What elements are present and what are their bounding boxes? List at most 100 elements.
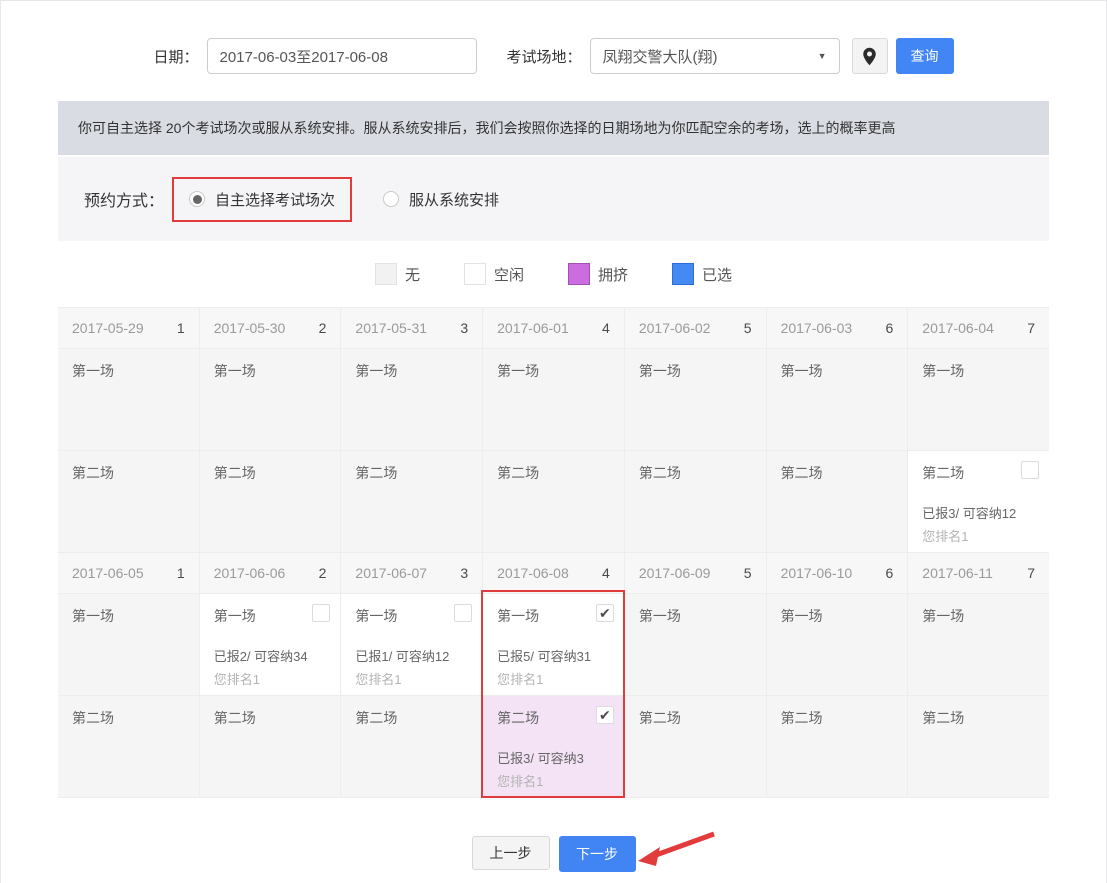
- day-header: 2017-06-01 4: [483, 308, 624, 348]
- session-label: 第一场: [355, 608, 398, 624]
- day-number: 2: [318, 565, 327, 581]
- day-header: 2017-06-06 2: [199, 553, 341, 593]
- session-cell: 第二场: [199, 451, 341, 552]
- session-cell: 第二场: [58, 696, 199, 797]
- session-cell[interactable]: 第二场 ✔ 已报3/ 可容纳3 您排名1: [483, 696, 624, 797]
- session-checkbox[interactable]: [454, 604, 473, 622]
- notice-bar: 你可自主选择 20个考试场次或服从系统安排。服从系统安排后，我们会按照你选择的日…: [58, 101, 1049, 155]
- session-cell: 第二场: [199, 696, 341, 797]
- venue-select-value: 凤翔交警大队(翔): [602, 48, 718, 66]
- session-cell[interactable]: 第一场 已报1/ 可容纳12 您排名1: [341, 594, 483, 695]
- day-header: 2017-05-31 3: [341, 308, 483, 348]
- legend-row: 无 空闲 拥挤 已选: [58, 241, 1049, 307]
- legend-label: 已选: [702, 266, 733, 284]
- day-number: 4: [602, 320, 610, 336]
- legend-item: 拥挤: [568, 263, 628, 285]
- day-date: 2017-06-07: [355, 565, 428, 581]
- session-label: 第二场: [497, 465, 540, 481]
- day-number: 6: [885, 565, 894, 581]
- legend-swatch-icon: [568, 263, 590, 285]
- day-date: 2017-06-09: [638, 565, 711, 581]
- session-cell[interactable]: 第一场 ✔ 已报5/ 可容纳31 您排名1: [483, 594, 624, 695]
- date-label: 日期：: [153, 48, 199, 66]
- red-arrow-annotation: [637, 831, 715, 866]
- session-label: 第二场: [638, 465, 681, 481]
- session-label: 第一场: [780, 608, 823, 624]
- day-header: 2017-06-07 3: [341, 553, 483, 593]
- session-cell: 第一场: [58, 349, 199, 450]
- session-cell: 第二场: [58, 451, 199, 552]
- session-cell: 第二场: [624, 451, 766, 552]
- day-header: 2017-06-05 1: [58, 553, 199, 593]
- day-number: 6: [885, 320, 894, 336]
- session-label: 第二场: [638, 710, 681, 726]
- session-label: 第二场: [780, 710, 823, 726]
- session-cell[interactable]: 第二场 已报3/ 可容纳12 您排名1: [908, 451, 1049, 552]
- session-cell: 第一场: [483, 349, 624, 450]
- day-date: 2017-06-08: [497, 565, 569, 581]
- location-pin-button[interactable]: [851, 38, 888, 74]
- radio-option-system-assign[interactable]: 服从系统安排: [368, 179, 514, 220]
- venue-label: 考试场地：: [506, 48, 582, 66]
- session-label: 第一场: [355, 363, 398, 379]
- session-label: 第二场: [213, 465, 256, 481]
- query-button[interactable]: 查询: [895, 38, 954, 74]
- session-cell: 第一场: [766, 349, 908, 450]
- radio-option-self-select[interactable]: 自主选择考试场次: [172, 176, 353, 222]
- day-number: 5: [743, 565, 752, 581]
- session-checkbox[interactable]: [312, 604, 331, 622]
- session-rank: 您排名1: [213, 672, 260, 687]
- day-header: 2017-06-08 4: [483, 553, 624, 593]
- calendar-section: 2017-05-29 1 2017-05-30 2 2017-05-31 3 2017-06…: [58, 307, 1049, 798]
- day-header: 2017-06-11 7: [908, 553, 1049, 593]
- session-checkbox-checked[interactable]: ✔: [595, 706, 614, 724]
- session-rank: 您排名1: [497, 672, 544, 687]
- session-label: 第一场: [213, 608, 256, 624]
- calendar-grid: 2017-05-29 1 2017-05-30 2 2017-05-31 3 2017-06…: [58, 307, 1049, 798]
- session-rank: 您排名1: [922, 529, 969, 544]
- session-label: 第一场: [922, 363, 965, 379]
- session-label: 第二场: [497, 710, 540, 726]
- booking-method-label: 预约方式：: [84, 193, 165, 210]
- day-header: 2017-06-04 7: [908, 308, 1049, 348]
- radio-option-label: 服从系统安排: [409, 191, 500, 209]
- session-label: 第一场: [497, 608, 540, 624]
- venue-select[interactable]: 凤翔交警大队(翔) ▼: [589, 38, 840, 74]
- day-date: 2017-06-11: [922, 565, 993, 581]
- day-header: 2017-06-09 5: [624, 553, 766, 593]
- session-cell: 第二场: [908, 696, 1049, 797]
- session-checkbox-checked[interactable]: ✔: [595, 604, 614, 622]
- session-cell: 第一场: [766, 594, 908, 695]
- session-stats: 已报1/ 可容纳12: [355, 649, 450, 664]
- session-cell: 第一场: [199, 349, 341, 450]
- radio-option-label: 自主选择考试场次: [215, 191, 336, 209]
- session-cell: 第二场: [341, 696, 483, 797]
- prev-step-button[interactable]: 上一步: [471, 836, 550, 870]
- day-number: 4: [602, 565, 610, 581]
- day-date: 2017-05-30: [213, 320, 286, 336]
- legend-item: 已选: [672, 263, 732, 285]
- day-date: 2017-06-10: [780, 565, 853, 581]
- session-cell: 第二场: [766, 696, 908, 797]
- legend-swatch-icon: [672, 263, 695, 285]
- day-date: 2017-06-06: [213, 565, 286, 581]
- session-rank: 您排名1: [497, 774, 544, 789]
- session-label: 第二场: [355, 465, 398, 481]
- exam-booking-page: 日期： 考试场地： 凤翔交警大队(翔) ▼ 查询 你可自主选择 20个考试场次或…: [58, 38, 1049, 872]
- legend-item: 空闲: [463, 263, 524, 285]
- radio-selected-icon[interactable]: [189, 191, 206, 207]
- session-cell: 第一场: [908, 349, 1049, 450]
- session-cell[interactable]: 第一场已报2/ 可容纳34 您排名1: [199, 594, 341, 695]
- session-label: 第二场: [72, 710, 114, 726]
- session-stats: 已报2/ 可容纳34: [213, 649, 308, 664]
- day-number: 3: [460, 320, 469, 336]
- day-date: 2017-05-31: [355, 320, 428, 336]
- day-number: 1: [176, 320, 185, 336]
- next-step-button[interactable]: 下一步: [558, 836, 636, 872]
- radio-unselected-icon[interactable]: [383, 191, 400, 207]
- booking-method-row: 预约方式： 自主选择考试场次 服从系统安排: [58, 157, 1049, 241]
- date-range-input[interactable]: [206, 38, 477, 74]
- day-header: 2017-06-03 6: [766, 308, 908, 348]
- legend-label: 无: [404, 266, 420, 284]
- session-checkbox[interactable]: [1020, 461, 1039, 479]
